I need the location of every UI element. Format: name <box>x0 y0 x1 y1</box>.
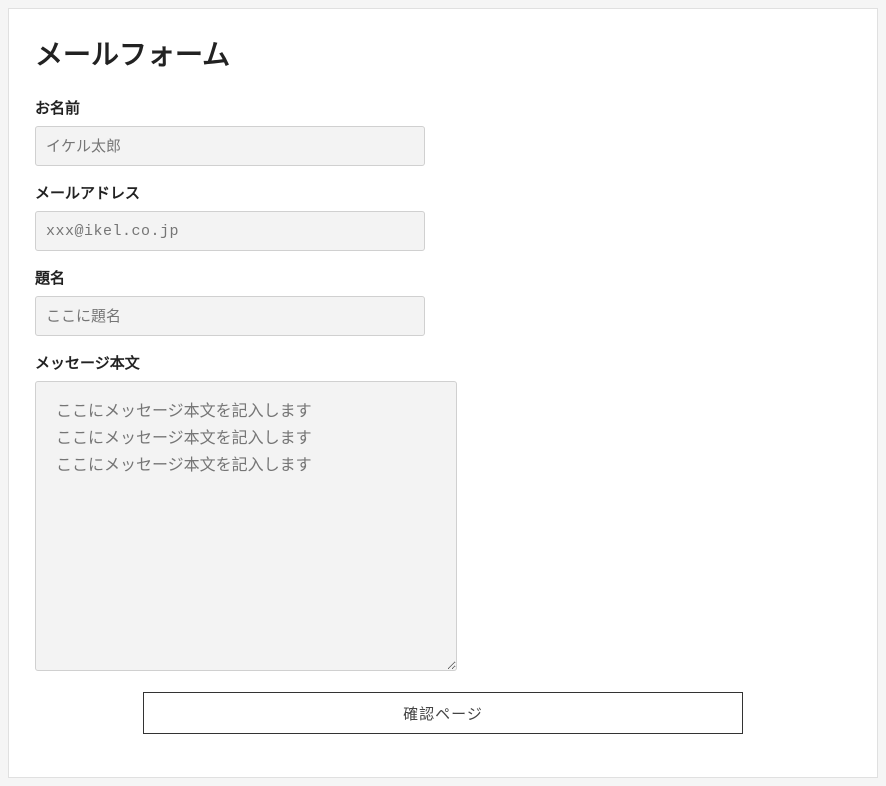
form-title: メールフォーム <box>35 33 851 73</box>
subject-field-group: 題名 <box>35 267 851 336</box>
email-label: メールアドレス <box>35 182 851 203</box>
mail-form-container: メールフォーム お名前 メールアドレス 題名 メッセージ本文 確認ページ <box>8 8 878 778</box>
name-field-group: お名前 <box>35 97 851 166</box>
subject-input[interactable] <box>35 296 425 336</box>
message-field-group: メッセージ本文 <box>35 352 851 676</box>
subject-label: 題名 <box>35 267 851 288</box>
submit-row: 確認ページ <box>35 692 851 734</box>
email-field-group: メールアドレス <box>35 182 851 251</box>
message-label: メッセージ本文 <box>35 352 851 373</box>
name-input[interactable] <box>35 126 425 166</box>
message-textarea[interactable] <box>35 381 457 671</box>
name-label: お名前 <box>35 97 851 118</box>
email-input[interactable] <box>35 211 425 251</box>
confirm-button[interactable]: 確認ページ <box>143 692 743 734</box>
